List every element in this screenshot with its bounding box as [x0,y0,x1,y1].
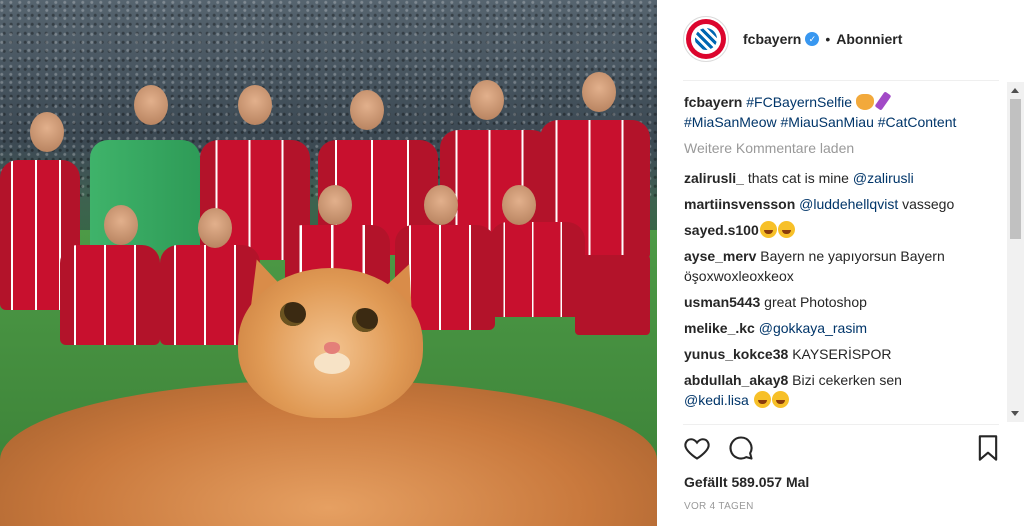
comments-list: fcbayern #FCBayernSelfie #MiaSanMeow #Mi… [684,92,996,422]
comment-username[interactable]: usman5443 [684,294,760,310]
header-username[interactable]: fcbayern [743,31,801,47]
scroll-up-arrow-icon[interactable] [1011,88,1019,93]
comment-mention[interactable]: @kedi.lisa [684,392,749,408]
comment-username[interactable]: zalirusli_ [684,170,744,186]
comment: martiinsvensson @luddehellqvist vassego [684,194,996,214]
scroll-down-arrow-icon[interactable] [1011,411,1019,416]
bookmark-icon[interactable] [975,434,1005,464]
cat-mouth [314,352,350,374]
comment-username[interactable]: melike_.kc [684,320,755,336]
scrollbar-thumb[interactable] [1010,99,1021,239]
comment-text: KAYSERİSPOR [792,346,892,362]
laughing-emoji-icon [771,391,789,408]
likes-count[interactable]: Gefällt 589.057 Mal [684,474,809,490]
follow-button[interactable]: Abonniert [836,31,902,47]
cat-face-emoji-icon [855,94,874,110]
player-head [134,85,168,125]
comment-username[interactable]: abdullah_akay8 [684,372,788,388]
player-head [424,185,458,225]
cat-eye [280,302,306,326]
divider [683,424,999,425]
comments-scrollbar[interactable] [1007,82,1024,422]
load-more-comments-button[interactable]: Weitere Kommentare laden [684,138,996,158]
cat-eye [352,308,378,332]
laughing-emoji-icon [759,221,777,238]
comment: usman5443 great Photoshop [684,292,996,312]
player [490,222,585,317]
player-shorts [575,255,650,335]
caption-username[interactable]: fcbayern [684,94,742,110]
player-head [198,208,232,248]
player-head [470,80,504,120]
divider [683,80,999,81]
player-head [350,90,384,130]
player-head [238,85,272,125]
hashtags[interactable]: #MiaSanMeow #MiauSanMiau #CatContent [684,114,956,130]
comment-username[interactable]: martiinsvensson [684,196,795,212]
comment-mention[interactable]: @zalirusli [853,170,914,186]
post-image[interactable] [0,0,657,526]
comment-text: thats cat is mine [747,170,849,186]
comment-username[interactable]: ayse_merv [684,248,756,264]
comment-username[interactable]: yunus_kokce38 [684,346,788,362]
player-head [318,185,352,225]
player-head [582,72,616,112]
comment: melike_.kc @gokkaya_rasim [684,318,996,338]
comment-icon[interactable] [727,434,757,464]
post-actions [683,434,999,466]
avatar[interactable] [683,16,729,62]
comment: zalirusli_ thats cat is mine @zalirusli [684,168,996,188]
comment-text: great Photoshop [764,294,867,310]
laughing-emoji-icon [777,221,795,238]
selfie-phone-emoji-icon [874,92,892,111]
player-head [502,185,536,225]
post-sidebar: fcbayern ✓ • Abonniert fcbayern #FCBayer… [657,0,1025,526]
comment-text: vassego [902,196,955,212]
comment-mention[interactable]: @gokkaya_rasim [759,320,867,336]
separator-dot: • [825,31,831,47]
comment: yunus_kokce38 KAYSERİSPOR [684,344,996,364]
cat-nose [324,342,340,354]
hashtag[interactable]: #FCBayernSelfie [746,94,852,110]
heart-icon[interactable] [683,434,713,464]
verified-badge-icon: ✓ [805,32,820,46]
laughing-emoji-icon [753,391,771,408]
comment-text: Bizi cekerken sen [792,372,902,388]
comment-mention[interactable]: @luddehellqvist [799,196,898,212]
comment: ayse_merv Bayern ne yapıyorsun Bayern öş… [684,246,996,286]
comment: abdullah_akay8 Bizi cekerken sen @kedi.l… [684,370,996,410]
player-head [104,205,138,245]
comment: sayed.s100 [684,220,996,240]
player [60,245,160,345]
comment-username[interactable]: sayed.s100 [684,222,759,238]
fc-bayern-logo-icon [686,19,726,59]
player-head [30,112,64,152]
post-timestamp[interactable]: VOR 4 TAGEN [684,501,754,512]
caption: fcbayern #FCBayernSelfie #MiaSanMeow #Mi… [684,92,996,132]
post-header: fcbayern ✓ • Abonniert [683,14,999,64]
